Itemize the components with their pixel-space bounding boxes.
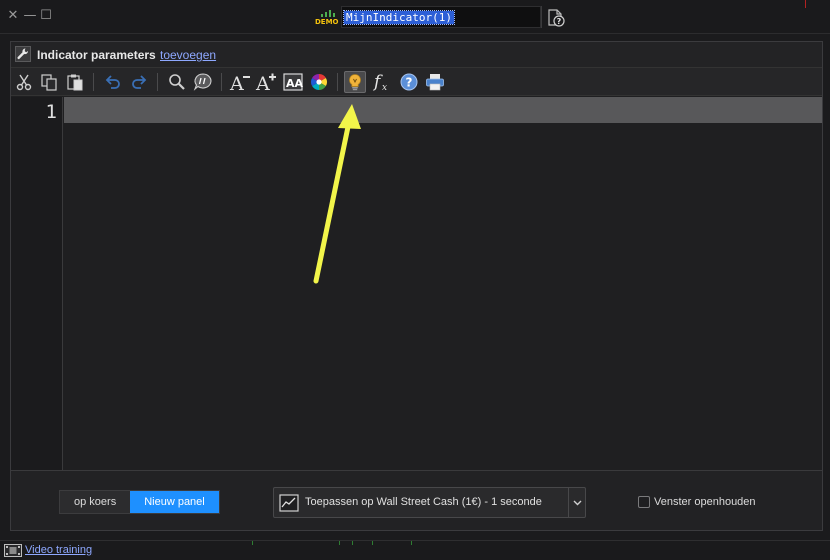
- status-marker: [372, 541, 373, 545]
- minimize-icon[interactable]: —: [23, 8, 37, 24]
- video-training-link[interactable]: Video training: [25, 544, 92, 556]
- apply-to-instrument-dropdown[interactable]: Toepassen op Wall Street Cash (1€) - 1 s…: [273, 487, 586, 518]
- color-wheel-icon[interactable]: [308, 71, 330, 93]
- line-number-gutter: 1: [11, 97, 63, 470]
- mode-toggle: op koers Nieuw panel: [59, 490, 220, 514]
- toolbar-separator: [93, 73, 94, 91]
- window-edge-marker: [805, 0, 806, 8]
- indicator-name-text[interactable]: MijnIndicator(1): [343, 10, 455, 25]
- status-marker: [339, 541, 340, 545]
- search-icon[interactable]: [166, 71, 188, 93]
- decrease-font-icon[interactable]: A: [229, 71, 251, 93]
- svg-text:?: ?: [557, 17, 562, 26]
- line-chart-icon: [279, 494, 299, 512]
- svg-text:x: x: [382, 83, 387, 92]
- bottom-controls: op koers Nieuw panel Toepassen op Wall S…: [11, 470, 822, 530]
- status-marker: [352, 541, 353, 545]
- chevron-down-icon[interactable]: [568, 488, 585, 517]
- toolbar-separator: [337, 73, 338, 91]
- increase-font-icon[interactable]: A: [255, 71, 277, 93]
- code-text-area[interactable]: [64, 97, 822, 470]
- film-icon: [4, 544, 22, 557]
- svg-text:A: A: [229, 73, 244, 92]
- cut-icon[interactable]: [13, 71, 35, 93]
- parameters-bar: Indicator parameters toevoegen: [11, 42, 822, 68]
- toolbar-separator: [221, 73, 222, 91]
- help-icon[interactable]: ?: [398, 71, 420, 93]
- code-editor[interactable]: 1: [11, 97, 822, 470]
- status-marker: [252, 541, 253, 545]
- add-parameter-link[interactable]: toevoegen: [160, 48, 216, 62]
- status-bar: Video training: [0, 540, 830, 560]
- function-icon[interactable]: fx: [371, 71, 393, 93]
- keep-open-label: Venster openhouden: [654, 496, 756, 508]
- title-bar: ✕ — ☐ DEMO MijnIndicator(1) ?: [0, 0, 830, 34]
- undo-icon[interactable]: [102, 71, 124, 93]
- apply-target-label: Toepassen op Wall Street Cash (1€) - 1 s…: [305, 496, 542, 508]
- print-icon[interactable]: [424, 71, 446, 93]
- font-style-icon[interactable]: AA: [282, 71, 304, 93]
- editor-toolbar: A A AA fx ?: [11, 68, 822, 96]
- svg-text:A: A: [255, 73, 270, 92]
- comment-icon[interactable]: [192, 71, 214, 93]
- toolbar-separator: [157, 73, 158, 91]
- indicator-editor-panel: Indicator parameters toevoegen A A AA f …: [10, 41, 823, 531]
- redo-icon[interactable]: [128, 71, 150, 93]
- svg-text:?: ?: [406, 76, 413, 90]
- parameters-label: Indicator parameters: [37, 48, 156, 62]
- status-marker: [411, 541, 412, 545]
- line-number: 1: [45, 101, 57, 123]
- on-price-button[interactable]: op koers: [60, 491, 131, 513]
- indicator-name-field[interactable]: MijnIndicator(1): [341, 6, 541, 28]
- lightbulb-icon[interactable]: [344, 71, 366, 93]
- title-divider: [541, 6, 542, 28]
- svg-text:AA: AA: [286, 77, 303, 90]
- wrench-icon[interactable]: [15, 46, 31, 62]
- keep-open-checkbox[interactable]: [638, 496, 650, 508]
- paste-icon[interactable]: [64, 71, 86, 93]
- close-icon[interactable]: ✕: [6, 8, 20, 24]
- new-panel-button[interactable]: Nieuw panel: [130, 491, 219, 513]
- demo-badge: DEMO: [315, 18, 339, 26]
- document-help-icon[interactable]: ?: [546, 8, 566, 28]
- copy-icon[interactable]: [38, 71, 60, 93]
- maximize-icon[interactable]: ☐: [39, 8, 53, 24]
- demo-logo-icon: DEMO: [315, 8, 339, 26]
